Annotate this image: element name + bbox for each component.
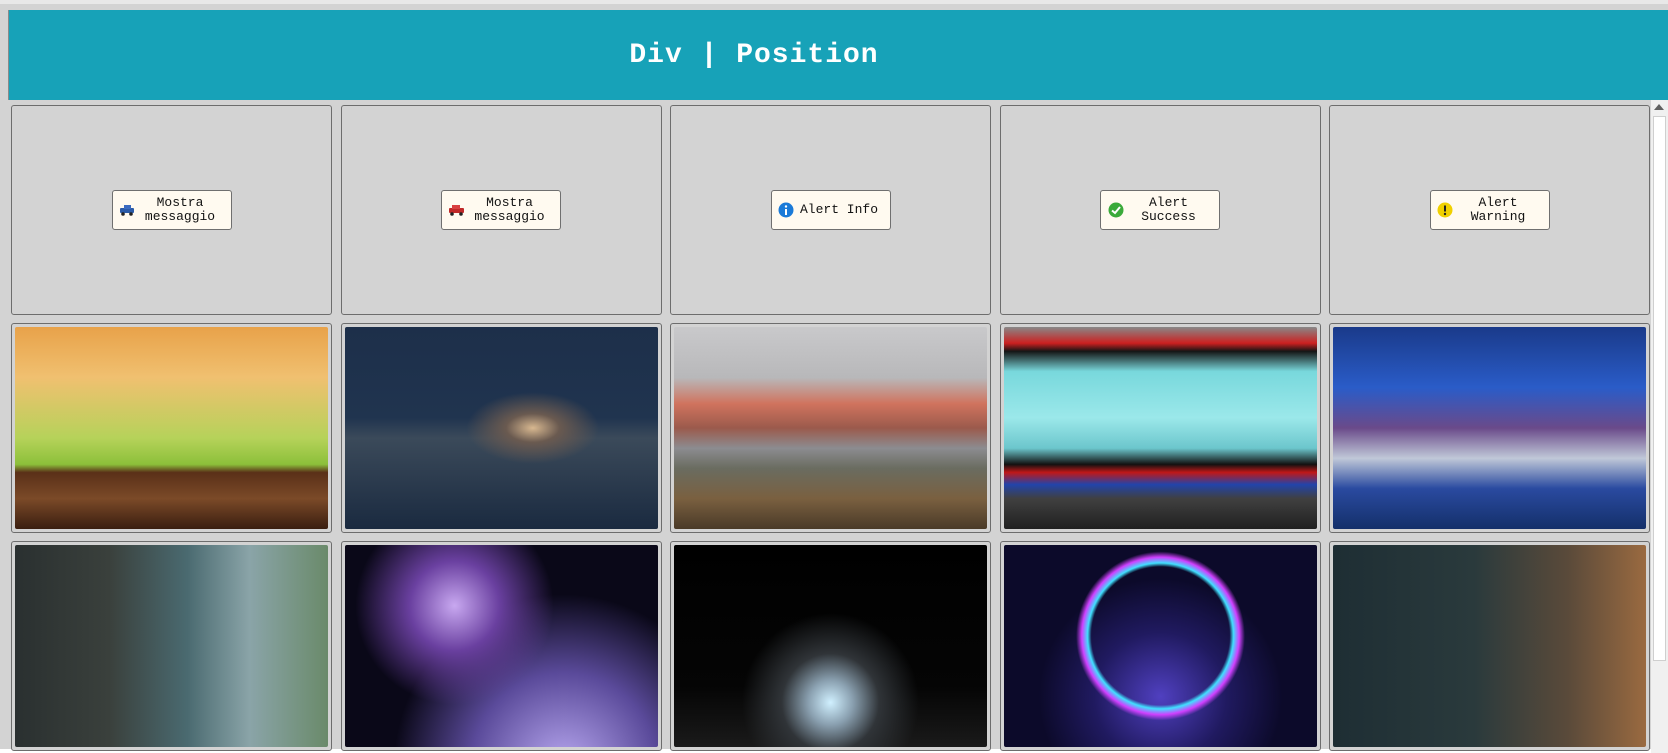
autumn-forest-wood-table-image — [15, 327, 328, 529]
button-label: Alert Info — [799, 202, 878, 217]
button-label: Mostra messaggio — [474, 195, 545, 224]
page-frame: Div | Position Mostra messaggio Mostra m… — [0, 0, 1668, 753]
button-panel-1: Mostra messaggio — [11, 105, 332, 315]
red-mountain-fjord-image — [674, 327, 987, 529]
button-label: Alert Success — [1141, 195, 1196, 224]
dark-room-podium-image — [1333, 545, 1646, 747]
button-panel-2: Mostra messaggio — [340, 105, 662, 315]
page-header: Div | Position — [8, 10, 1668, 100]
image-card-4 — [999, 323, 1321, 533]
content-grid: Mostra messaggio Mostra messaggio Alert … — [11, 105, 1651, 751]
page-title: Div | Position — [629, 39, 879, 71]
dark-podium-neon-ring-image — [674, 545, 987, 747]
blue-car-icon — [119, 202, 136, 219]
image-card-10 — [1329, 541, 1650, 751]
button-panel-4: Alert Success — [999, 105, 1321, 315]
warning-icon — [1437, 202, 1454, 219]
button-label: Alert Warning — [1470, 195, 1526, 224]
mostra-messaggio-button-2[interactable]: Mostra messaggio — [441, 190, 561, 230]
button-label: Mostra messaggio — [144, 195, 216, 224]
image-card-5 — [1329, 323, 1650, 533]
news-studio-blue-image — [1333, 327, 1646, 529]
starry-night-lake-sailboat-image — [344, 327, 658, 529]
image-card-1 — [11, 323, 332, 533]
button-panel-3: Alert Info — [670, 105, 991, 315]
scrollbar-thumb[interactable] — [1653, 116, 1666, 661]
image-card-6 — [11, 541, 332, 751]
red-car-icon — [448, 202, 465, 219]
alert-success-button[interactable]: Alert Success — [1100, 190, 1220, 230]
alert-info-button[interactable]: Alert Info — [770, 190, 891, 230]
purple-galaxy-planet-image — [344, 545, 658, 747]
vertical-scrollbar[interactable] — [1651, 100, 1668, 753]
button-panel-5: Alert Warning — [1329, 105, 1650, 315]
image-card-9 — [999, 541, 1321, 751]
tv-studio-cyan-screens-image — [1003, 327, 1317, 529]
image-card-3 — [670, 323, 991, 533]
scroll-up-arrow-icon[interactable] — [1654, 104, 1664, 110]
check-icon — [1107, 202, 1124, 219]
neon-circle-podium-image — [1003, 545, 1317, 747]
image-card-2 — [340, 323, 662, 533]
image-card-7 — [340, 541, 662, 751]
info-icon — [778, 202, 795, 219]
mostra-messaggio-button-1[interactable]: Mostra messaggio — [111, 190, 232, 230]
image-card-8 — [670, 541, 991, 751]
autumn-leaves-tree-image — [15, 545, 328, 747]
alert-warning-button[interactable]: Alert Warning — [1429, 190, 1550, 230]
